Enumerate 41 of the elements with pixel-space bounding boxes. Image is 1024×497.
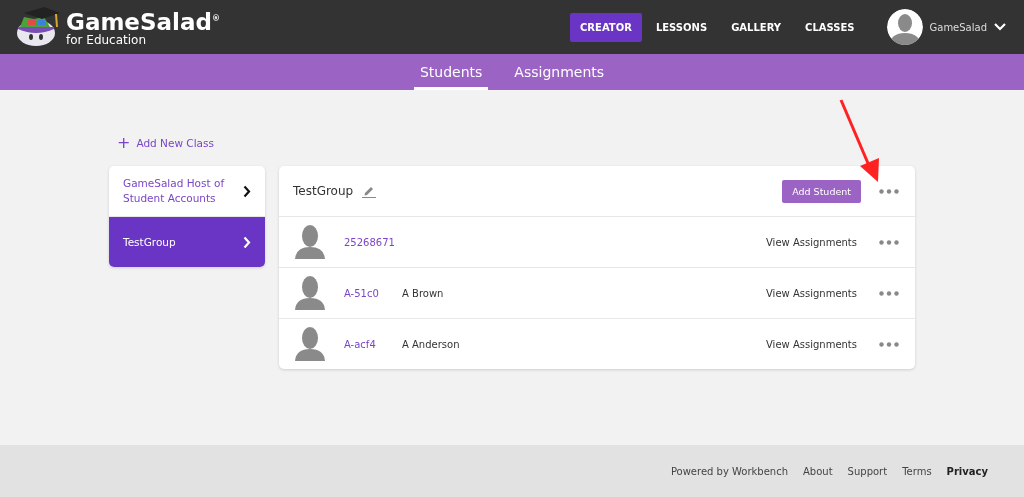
more-icon[interactable] [879,290,899,296]
group-title: TestGroup [293,184,354,198]
view-assignments-link[interactable]: View Assignments [766,236,857,248]
logo-icon [14,7,60,47]
chevron-right-icon [243,184,251,198]
student-name: A Anderson [402,338,460,350]
chevron-down-icon[interactable] [994,23,1006,31]
footer-link[interactable]: About [803,465,833,477]
more-icon[interactable] [879,341,899,347]
avatar-icon[interactable] [886,9,923,45]
plus-icon[interactable]: + [117,136,131,150]
footer-link[interactable]: Terms [902,465,932,477]
add-student-button[interactable]: Add Student [782,179,861,203]
student-id-link[interactable]: A-51c0 [344,287,398,299]
nav-tab[interactable]: CREATOR [570,12,642,42]
view-assignments-link[interactable]: View Assignments [766,338,857,350]
nav-tab[interactable]: CLASSES [795,12,865,42]
nav-tab[interactable]: GALLERY [721,12,792,42]
brand-name: GameSalad$^{®}$ [66,7,220,34]
footer-link[interactable]: Powered by Workbench [670,465,789,477]
user-name[interactable]: GameSalad [929,21,987,33]
class-name: GameSalad Host of Student Accounts [123,176,226,206]
chevron-right-icon [243,235,251,249]
student-name: A Brown [402,287,444,299]
student-avatar-icon [295,276,325,310]
more-icon[interactable] [879,188,899,194]
student-avatar-icon [295,327,325,361]
class-name: TestGroup [123,234,177,250]
student-id-link[interactable]: A-acf4 [344,338,398,350]
add-class-link[interactable]: Add New Class [136,137,214,149]
pencil-icon[interactable] [361,184,378,198]
class-item[interactable]: TestGroup [109,217,265,267]
subnav-tab[interactable]: Assignments [508,54,611,90]
footer-link[interactable]: Privacy [946,465,988,477]
student-id-link[interactable]: 25268671 [344,236,398,248]
footer-link[interactable]: Support [847,465,888,477]
brand-subtitle: for Education [66,33,148,48]
student-avatar-icon [295,225,325,259]
nav-tab[interactable]: LESSONS [645,12,718,42]
view-assignments-link[interactable]: View Assignments [766,287,857,299]
more-icon[interactable] [879,239,899,245]
